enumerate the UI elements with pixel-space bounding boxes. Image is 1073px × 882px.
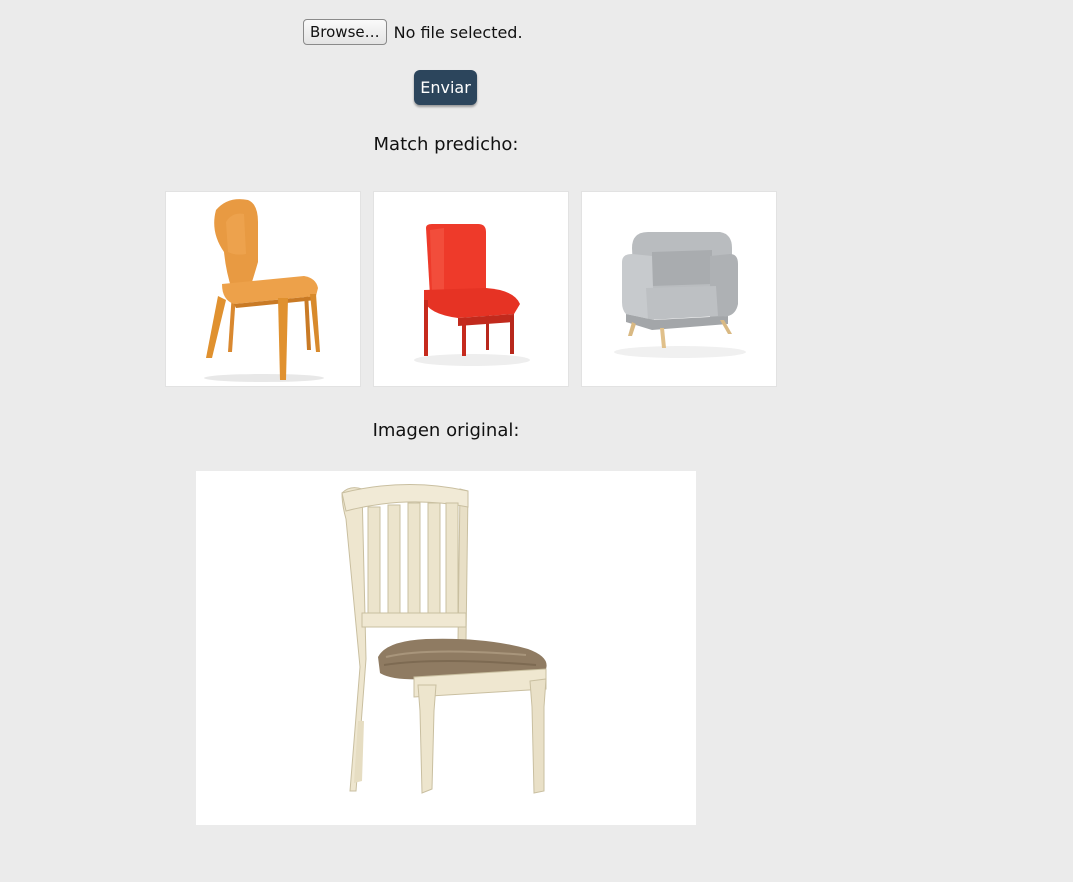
match-image-3[interactable] (581, 191, 777, 387)
cream-wooden-dining-chair-image (341, 484, 547, 794)
match-image-1[interactable] (165, 191, 361, 387)
browse-button[interactable]: Browse… (303, 19, 387, 45)
match-image-2[interactable] (373, 191, 569, 387)
match-heading: Match predicho: (373, 134, 519, 155)
original-heading: Imagen original: (372, 420, 520, 441)
gray-armchair-image (614, 232, 746, 358)
submit-button-label: Enviar (420, 78, 471, 97)
file-input[interactable]: Browse… No file selected. (303, 19, 523, 45)
page: Browse… No file selected. Enviar Match p… (0, 0, 1073, 882)
red-upholstered-chair-image (414, 224, 530, 366)
file-status-text: No file selected. (393, 22, 523, 42)
original-image (196, 471, 696, 825)
submit-button[interactable]: Enviar (414, 70, 477, 105)
orange-plastic-chair-image (204, 199, 324, 382)
browse-button-label: Browse… (310, 23, 380, 41)
